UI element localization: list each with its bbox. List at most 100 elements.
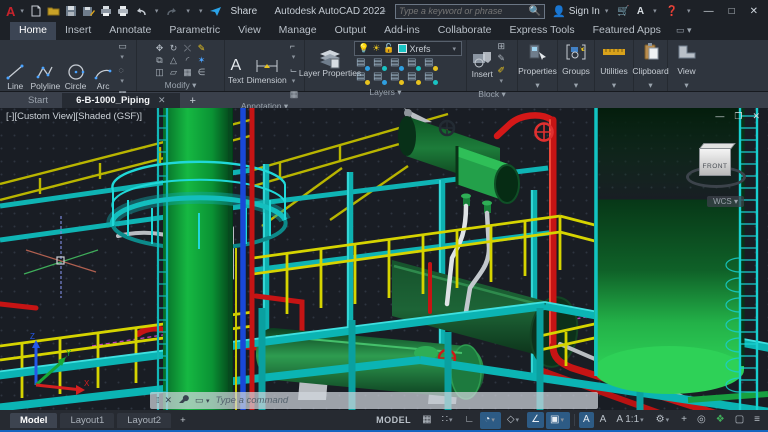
recent-commands-icon[interactable]: ▭ ▾ xyxy=(195,395,210,406)
add-status-item-button[interactable]: + xyxy=(677,412,691,428)
text-tool[interactable]: A Text xyxy=(228,55,244,85)
explode-tool-icon[interactable]: ✶ xyxy=(198,55,206,65)
search-expand-icon[interactable]: ▸ xyxy=(383,7,387,15)
copy-tool-icon[interactable]: ⧉ xyxy=(156,55,162,65)
clipboard-panel-expand[interactable]: ▾ xyxy=(634,79,667,91)
layer-dropdown[interactable]: 💡 ☀ 🔓 Xrefs ▾ xyxy=(354,41,462,56)
circle-tool[interactable]: Circle xyxy=(63,61,88,91)
trim-tool-icon[interactable]: ⤬ xyxy=(184,43,191,53)
redo-dropdown-icon[interactable]: ▾ xyxy=(186,7,190,15)
utilities-tool[interactable]: Utilities xyxy=(600,44,627,76)
edit-block-icon[interactable]: ✎ xyxy=(497,53,514,63)
isolate-objects-button[interactable]: ◎ xyxy=(693,412,710,428)
viewcube-front-face[interactable]: FRONT xyxy=(700,149,730,185)
workspace-switching-button[interactable]: ⚙▾ xyxy=(652,412,675,429)
a-dropdown-icon[interactable]: ▾ xyxy=(653,7,657,15)
viewport-canvas[interactable]: Z Y X xyxy=(0,108,768,410)
window-minimize-button[interactable]: — xyxy=(700,6,718,17)
tab-layout2[interactable]: Layout2 xyxy=(117,413,171,428)
layer-properties-tool[interactable]: Layer Properties xyxy=(309,48,351,78)
ortho-mode-toggle[interactable]: ∟ xyxy=(460,412,478,428)
annotation-visibility-toggle[interactable]: A xyxy=(579,412,594,428)
block-panel-label[interactable]: Block ▾ xyxy=(467,88,517,100)
utilities-panel-expand[interactable]: ▾ xyxy=(595,79,633,91)
ribbon-tab-express-tools[interactable]: Express Tools xyxy=(500,22,583,40)
layer-unlock-tool-icon[interactable] xyxy=(424,73,437,84)
command-customize-icon[interactable] xyxy=(178,394,189,408)
layers-panel-label[interactable]: Layers ▾ xyxy=(305,86,466,98)
groups-panel-expand[interactable]: ▾ xyxy=(558,79,594,91)
tab-model[interactable]: Model xyxy=(10,413,57,428)
help-search-box[interactable]: 🔍 xyxy=(395,4,545,19)
scale-tool-icon[interactable]: ▱ xyxy=(170,67,177,77)
create-block-icon[interactable]: ⊞ xyxy=(497,41,514,51)
sign-in-button[interactable]: 👤 Sign In ▾ xyxy=(552,5,610,18)
app-store-cart-icon[interactable]: 🛒 xyxy=(617,6,629,17)
file-tab-close-icon[interactable]: ✕ xyxy=(158,95,166,106)
ribbon-tab-collaborate[interactable]: Collaborate xyxy=(429,22,501,40)
ribbon-collapse-button[interactable]: ▭ ▾ xyxy=(676,22,692,40)
save-icon[interactable] xyxy=(65,5,77,17)
new-layout-button[interactable]: + xyxy=(174,415,192,426)
leader-tool-icon[interactable]: ⌐ ▾ xyxy=(290,41,301,63)
grid-display-toggle[interactable]: ▦ xyxy=(418,412,435,428)
file-tab-drawing[interactable]: 6-B-1000_Piping ✕ xyxy=(62,93,179,108)
ribbon-tab-home[interactable]: Home xyxy=(10,22,56,40)
rotate-tool-icon[interactable]: ↻ xyxy=(170,43,178,53)
command-input[interactable]: Type a command xyxy=(216,395,289,406)
tab-layout1[interactable]: Layout1 xyxy=(60,413,114,428)
ribbon-tab-addins[interactable]: Add-ins xyxy=(375,22,429,40)
view-panel-expand[interactable]: ▾ xyxy=(668,79,705,91)
app-menu-dropdown-icon[interactable]: ▾ xyxy=(20,7,24,15)
viewcube-cube[interactable]: FRONT xyxy=(699,148,731,176)
undo-dropdown-icon[interactable]: ▾ xyxy=(155,7,159,15)
search-input[interactable] xyxy=(399,6,529,16)
move-tool-icon[interactable]: ✥ xyxy=(156,43,164,53)
new-drawing-icon[interactable] xyxy=(30,5,42,17)
model-viewport[interactable]: [-][Custom View][Shaded (GSF)] — ❐ ✕ xyxy=(0,108,768,410)
plot-icon[interactable] xyxy=(100,5,112,17)
insert-block-tool[interactable]: Insert xyxy=(470,49,494,79)
command-close-icon[interactable]: ✕ xyxy=(164,395,172,406)
polyline-tool[interactable]: Polyline xyxy=(31,61,61,91)
groups-tool[interactable]: Groups xyxy=(562,44,590,76)
layer-isolate-icon[interactable] xyxy=(356,59,369,70)
layer-make-current-icon[interactable] xyxy=(424,59,437,70)
qat-customize-icon[interactable]: ▾ xyxy=(199,7,203,15)
help-dropdown-icon[interactable]: ▾ xyxy=(687,7,691,15)
block-attributes-icon[interactable]: ✐ ▾ xyxy=(497,65,514,87)
ribbon-tab-view[interactable]: View xyxy=(229,22,270,40)
clean-screen-button[interactable]: ▢ xyxy=(731,412,748,428)
new-file-tab-button[interactable]: + xyxy=(180,95,206,108)
viewport-controls-label[interactable]: [-][Custom View][Shaded (GSF)] xyxy=(6,111,142,122)
stretch-tool-icon[interactable]: ◫ xyxy=(155,67,164,77)
ribbon-tab-output[interactable]: Output xyxy=(326,22,376,40)
properties-tool[interactable]: Properties xyxy=(518,44,557,76)
layer-match-icon[interactable] xyxy=(356,73,369,84)
file-tab-start[interactable]: Start xyxy=(14,93,62,108)
share-icon[interactable] xyxy=(209,6,222,17)
snap-mode-toggle[interactable]: ∷▾ xyxy=(438,412,459,429)
layer-unisolate-icon[interactable] xyxy=(373,59,386,70)
ribbon-tab-manage[interactable]: Manage xyxy=(270,22,326,40)
drawing-close-button[interactable]: ✕ xyxy=(752,111,760,122)
arc-tool[interactable]: Arc xyxy=(91,61,116,91)
ribbon-tab-parametric[interactable]: Parametric xyxy=(160,22,229,40)
polar-tracking-toggle[interactable]: ◔▾ xyxy=(480,412,501,429)
customize-status-button[interactable]: ≡ xyxy=(750,412,764,428)
modify-panel-label[interactable]: Modify ▾ xyxy=(137,79,224,91)
wcs-menu[interactable]: WCS ▾ xyxy=(707,196,744,207)
layer-freeze-icon[interactable] xyxy=(390,59,403,70)
annotation-scale-button[interactable]: A 1:1▾ xyxy=(612,412,649,429)
layer-dropdown-arrow-icon[interactable]: ▾ xyxy=(452,45,456,53)
ellipse-tool-icon[interactable]: ◌ ▾ xyxy=(118,65,133,87)
window-close-button[interactable]: ✕ xyxy=(746,6,762,17)
erase-tool-icon[interactable]: ✎ xyxy=(198,43,206,53)
command-line[interactable]: ⁞⁞ ✕ ▭ ▾ Type a command xyxy=(150,392,598,409)
clipboard-tool[interactable]: Clipboard xyxy=(632,43,668,76)
array-tool-icon[interactable]: ▦ xyxy=(183,67,192,77)
autocad-logo-icon[interactable]: A xyxy=(0,4,18,19)
graphics-performance-button[interactable]: ❖ xyxy=(712,412,729,428)
help-icon[interactable]: ❓ xyxy=(666,6,678,17)
window-maximize-button[interactable]: □ xyxy=(725,6,739,17)
